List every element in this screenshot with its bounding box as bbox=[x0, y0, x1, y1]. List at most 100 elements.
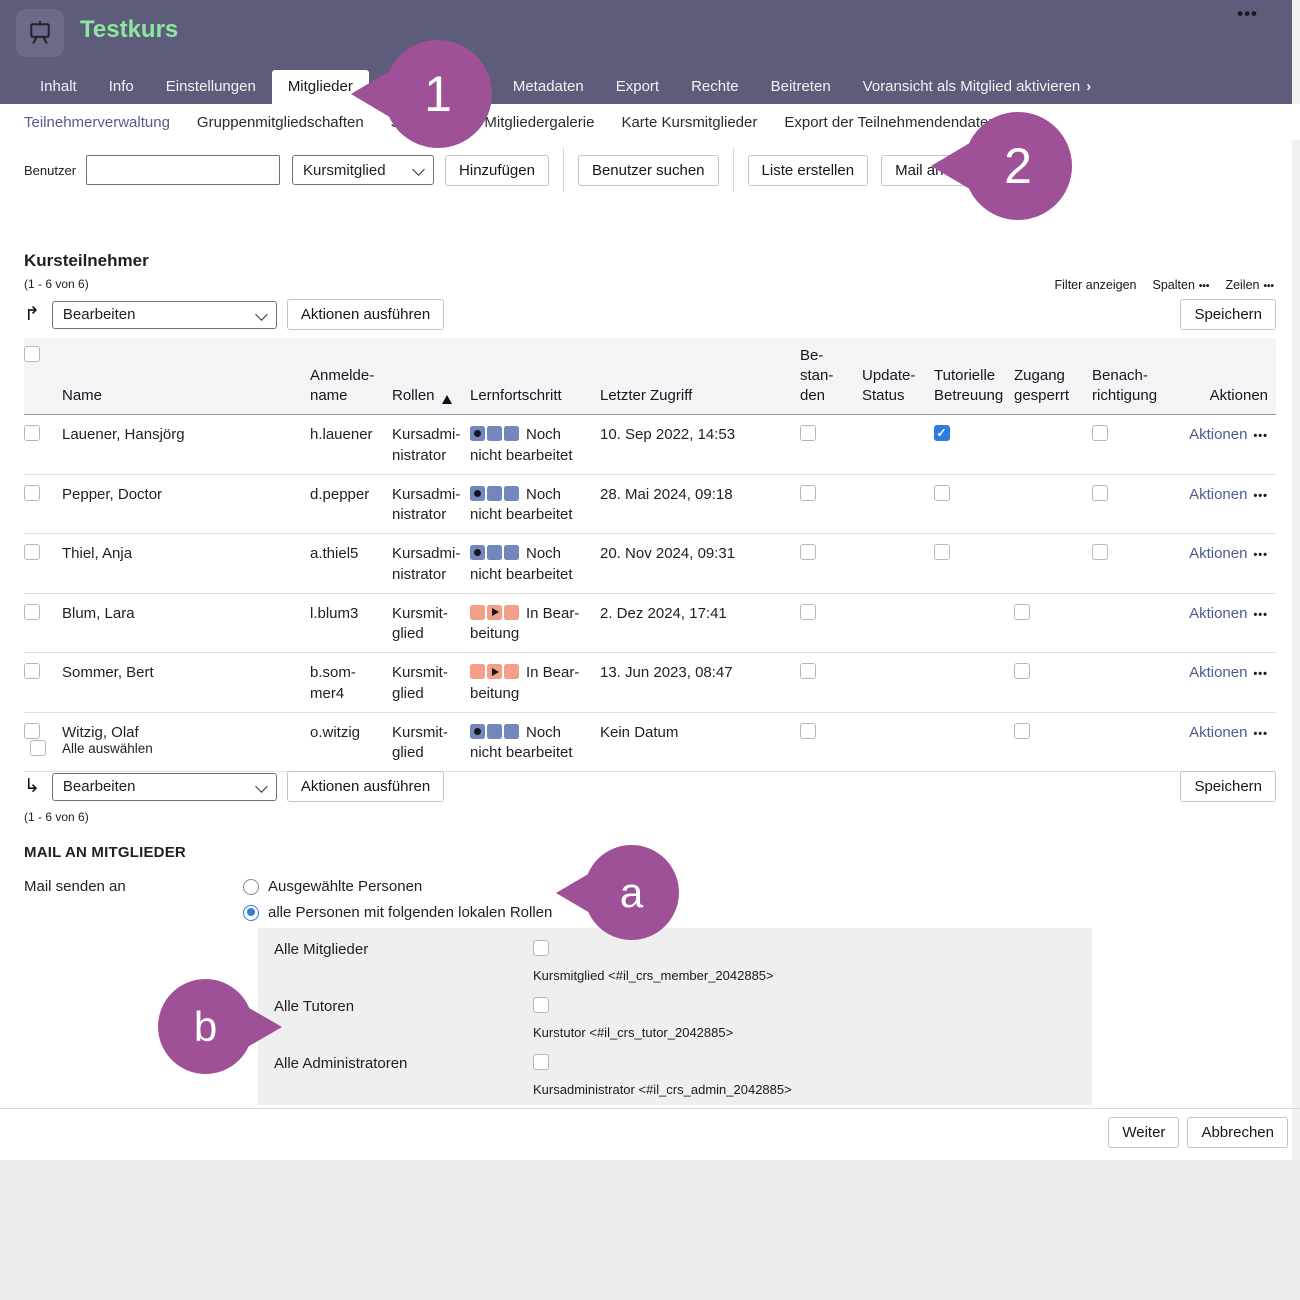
create-list-button[interactable]: Liste erstellen bbox=[748, 155, 869, 186]
access-blocked-checkbox[interactable] bbox=[1014, 723, 1030, 739]
row-select-checkbox[interactable] bbox=[24, 604, 40, 620]
show-filter-link[interactable]: Filter anzeigen bbox=[1055, 278, 1137, 292]
tab-beitreten[interactable]: Beitreten bbox=[755, 70, 847, 104]
overflow-menu-icon[interactable]: ••• bbox=[1237, 4, 1258, 24]
tab-voransicht[interactable]: Voransicht als Mitglied aktivieren› bbox=[847, 70, 1108, 104]
passed-checkbox[interactable] bbox=[800, 425, 816, 441]
toolbar-divider bbox=[733, 148, 734, 192]
next-button[interactable]: Weiter bbox=[1108, 1117, 1179, 1148]
passed-checkbox[interactable] bbox=[800, 544, 816, 560]
participants-table: Name Anmelde-name Rollen Lernfortschritt… bbox=[24, 338, 1276, 772]
columns-menu[interactable]: Spalten••• bbox=[1153, 278, 1210, 292]
role-id: Kursadministrator <#il_crs_admin_2042885… bbox=[533, 1082, 1076, 1097]
subtab-export-teilnehmendendaten[interactable]: Export der Teilnehmendendaten bbox=[784, 114, 996, 131]
access-blocked-checkbox[interactable] bbox=[1014, 663, 1030, 679]
cell-actions: Aktionen ••• bbox=[1184, 534, 1276, 593]
cell-tutor-support bbox=[934, 594, 1014, 653]
row-select-checkbox[interactable] bbox=[24, 663, 40, 679]
scrollbar-track[interactable] bbox=[1292, 0, 1300, 1160]
cell-role: Kursadmi-nistrator bbox=[392, 534, 470, 593]
row-actions-link[interactable]: Aktionen bbox=[1189, 605, 1247, 622]
passed-checkbox[interactable] bbox=[800, 604, 816, 620]
notification-checkbox[interactable] bbox=[1092, 425, 1108, 441]
select-all-checkbox[interactable] bbox=[30, 740, 46, 756]
cell-role: Kursmit-glied bbox=[392, 653, 470, 712]
passed-checkbox[interactable] bbox=[800, 723, 816, 739]
learning-progress-icon bbox=[470, 545, 519, 560]
cell-learning-progress: Noch nicht bearbeitet bbox=[470, 713, 600, 772]
add-button[interactable]: Hinzufügen bbox=[445, 155, 549, 186]
passed-checkbox[interactable] bbox=[800, 663, 816, 679]
row-actions-link[interactable]: Aktionen bbox=[1189, 545, 1247, 562]
subtab-karte-kursmitglieder[interactable]: Karte Kursmitglieder bbox=[621, 114, 757, 131]
notification-checkbox[interactable] bbox=[1092, 485, 1108, 501]
col-login: Anmelde-name bbox=[310, 338, 392, 414]
option-selected-persons[interactable]: Ausgewählte Personen bbox=[243, 878, 552, 895]
tab-metadaten[interactable]: Metadaten bbox=[497, 70, 600, 104]
callout-pointer bbox=[556, 873, 590, 913]
option-all-with-local-roles[interactable]: alle Personen mit folgenden lokalen Roll… bbox=[243, 904, 552, 921]
row-select-checkbox[interactable] bbox=[24, 544, 40, 560]
cancel-button[interactable]: Abbrechen bbox=[1187, 1117, 1288, 1148]
annotation-callout-a: a bbox=[584, 845, 679, 940]
cell-last-access: 13. Jun 2023, 08:47 bbox=[600, 653, 800, 712]
col-letzter-zugriff: Letzter Zugriff bbox=[600, 338, 800, 414]
user-search-input[interactable] bbox=[86, 155, 280, 185]
cell-update-status bbox=[862, 475, 934, 534]
tab-rechte[interactable]: Rechte bbox=[675, 70, 755, 104]
col-tutorielle-betreuung: Tutorielle Betreuung bbox=[934, 338, 1014, 414]
ellipsis-icon[interactable]: ••• bbox=[1253, 490, 1268, 502]
row-select-checkbox[interactable] bbox=[24, 425, 40, 441]
tutor-support-checkbox[interactable] bbox=[934, 485, 950, 501]
row-actions-link[interactable]: Aktionen bbox=[1189, 664, 1247, 681]
cell-last-access: Kein Datum bbox=[600, 713, 800, 772]
ellipsis-icon[interactable]: ••• bbox=[1253, 609, 1268, 621]
passed-checkbox[interactable] bbox=[800, 485, 816, 501]
col-rollen[interactable]: Rollen bbox=[392, 338, 470, 414]
radio-all-local-roles[interactable] bbox=[243, 905, 259, 921]
cell-name: Blum, Lara bbox=[62, 594, 310, 653]
ellipsis-icon[interactable]: ••• bbox=[1253, 549, 1268, 561]
role-select[interactable]: Kursmitglied bbox=[292, 155, 434, 185]
cell-notification bbox=[1092, 653, 1184, 712]
tab-info[interactable]: Info bbox=[93, 70, 150, 104]
table-row: Lauener, Hansjörg h.lauener Kursadmi-nis… bbox=[24, 415, 1276, 475]
tab-inhalt[interactable]: Inhalt bbox=[24, 70, 93, 104]
row-select-checkbox[interactable] bbox=[24, 723, 40, 739]
role-admins-checkbox[interactable] bbox=[533, 1054, 549, 1070]
tutor-support-checkbox[interactable] bbox=[934, 425, 950, 441]
local-roles-box: Alle Mitglieder Kursmitglied <#il_crs_me… bbox=[258, 928, 1092, 1105]
apply-actions-button-top[interactable]: Aktionen ausführen bbox=[287, 299, 444, 330]
subtab-mitgliedergalerie[interactable]: Mitgliedergalerie bbox=[484, 114, 594, 131]
subtab-gruppenmitgliedschaften[interactable]: Gruppenmitgliedschaften bbox=[197, 114, 364, 131]
row-actions-link[interactable]: Aktionen bbox=[1189, 426, 1247, 443]
role-tutors-checkbox[interactable] bbox=[533, 997, 549, 1013]
apply-actions-button-bottom[interactable]: Aktionen ausführen bbox=[287, 771, 444, 802]
save-button-bottom[interactable]: Speichern bbox=[1180, 771, 1276, 802]
row-actions-link[interactable]: Aktionen bbox=[1189, 486, 1247, 503]
cell-login: h.lauener bbox=[310, 415, 392, 474]
tab-export[interactable]: Export bbox=[600, 70, 675, 104]
bulk-action-select-top[interactable]: Bearbeiten bbox=[52, 301, 277, 329]
annotation-callout-1: 1 bbox=[384, 40, 492, 148]
radio-selected-persons[interactable] bbox=[243, 879, 259, 895]
notification-checkbox[interactable] bbox=[1092, 544, 1108, 560]
select-all-header-checkbox[interactable] bbox=[24, 346, 40, 362]
col-name: Name bbox=[62, 338, 310, 414]
role-members-checkbox[interactable] bbox=[533, 940, 549, 956]
tab-einstellungen[interactable]: Einstellungen bbox=[150, 70, 272, 104]
subtab-teilnehmerverwaltung[interactable]: Teilnehmerverwaltung bbox=[24, 114, 170, 131]
ellipsis-icon[interactable]: ••• bbox=[1253, 728, 1268, 740]
bulk-action-select-bottom[interactable]: Bearbeiten bbox=[52, 773, 277, 801]
row-select-checkbox[interactable] bbox=[24, 485, 40, 501]
ellipsis-icon[interactable]: ••• bbox=[1253, 430, 1268, 442]
tutor-support-checkbox[interactable] bbox=[934, 544, 950, 560]
search-users-button[interactable]: Benutzer suchen bbox=[578, 155, 719, 186]
access-blocked-checkbox[interactable] bbox=[1014, 604, 1030, 620]
save-button-top[interactable]: Speichern bbox=[1180, 299, 1276, 330]
row-actions-link[interactable]: Aktionen bbox=[1189, 724, 1247, 741]
cell-login: o.witzig bbox=[310, 713, 392, 772]
ellipsis-icon[interactable]: ••• bbox=[1253, 668, 1268, 680]
rows-menu[interactable]: Zeilen••• bbox=[1225, 278, 1274, 292]
role-label: Alle Tutoren bbox=[274, 997, 533, 1040]
